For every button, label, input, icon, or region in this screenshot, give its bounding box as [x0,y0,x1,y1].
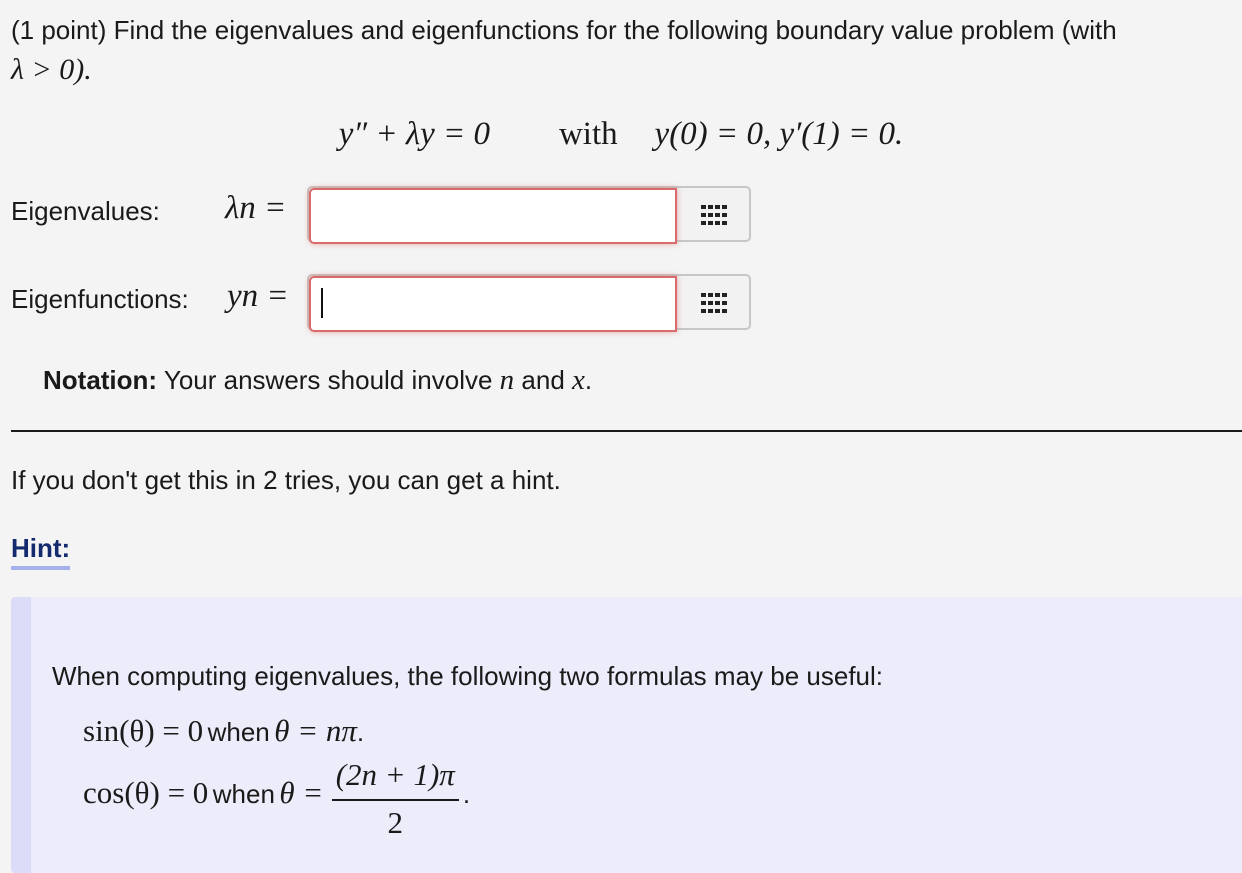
fraction-numerator: (2n + 1)π [331,757,459,801]
equation-boundary-conditions: y(0) = 0, y′(1) = 0. [654,116,904,152]
formula-cos-when: when [212,779,275,810]
text-caret [321,288,323,318]
notation-and: and [521,365,565,395]
eigenfunctions-row: Eigenfunctions: yn = [11,274,811,332]
formula-cos-lhs: cos(θ) = 0 [83,775,209,811]
notation-var-n: n [499,364,515,396]
formula-sin-rhs: θ = nπ [274,713,357,748]
hint-toggle[interactable]: Hint: [11,533,71,570]
eigenvalues-answer-box [307,186,751,244]
problem-statement: (1 point) Find the eigenvalues and eigen… [11,10,1236,90]
formula-cos-end: . [462,779,471,810]
eigenvalues-symbol: λn = [225,190,287,226]
notation-end: . [584,365,593,395]
eigenvalues-label: Eigenvalues: [11,196,160,226]
grid-icon[interactable] [701,293,727,313]
display-equation: y″ + λy = 0 with y(0) = 0, y′(1) = 0. [0,116,1242,153]
formula-cos-fraction: (2n + 1)π 2 [331,757,459,841]
equation-with: with [558,116,618,152]
equation-left: y″ + λy = 0 [338,116,491,152]
formula-cos-theta: θ = [279,775,324,811]
formula-sin-lhs: sin(θ) = 0 [83,713,204,748]
hint-panel: When computing eigenvalues, the followin… [11,597,1242,873]
fraction-denominator: 2 [387,805,404,840]
formula-sin-when: when [207,717,270,747]
hint-intro: When computing eigenvalues, the followin… [52,661,883,691]
notation-text: Your answers should involve [163,365,493,395]
notation-note: Notation: Your answers should involve n … [43,364,592,397]
hint-formula-cos: cos(θ) = 0 when θ = (2n + 1)π 2 . [83,757,470,841]
eigenvalues-row: Eigenvalues: λn = [11,186,811,244]
problem-condition: λ > 0). [11,53,92,86]
eigenfunctions-input[interactable] [309,276,677,332]
grid-icon[interactable] [701,205,727,225]
formula-sin-end: . [356,717,365,747]
hint-info-text: If you don't get this in 2 tries, you ca… [11,465,561,495]
eigenfunctions-symbol: yn = [227,278,289,314]
eigenfunctions-label: Eigenfunctions: [11,284,189,314]
eigenfunctions-answer-box [307,274,751,332]
eigenvalues-input[interactable] [309,188,677,244]
divider [11,430,1242,432]
hint-formula-sin: sin(θ) = 0 when θ = nπ. [83,713,364,749]
notation-bold: Notation: [43,365,158,395]
notation-var-x: x [572,364,585,396]
problem-prefix: (1 point) Find the eigenvalues and eigen… [11,15,1117,45]
